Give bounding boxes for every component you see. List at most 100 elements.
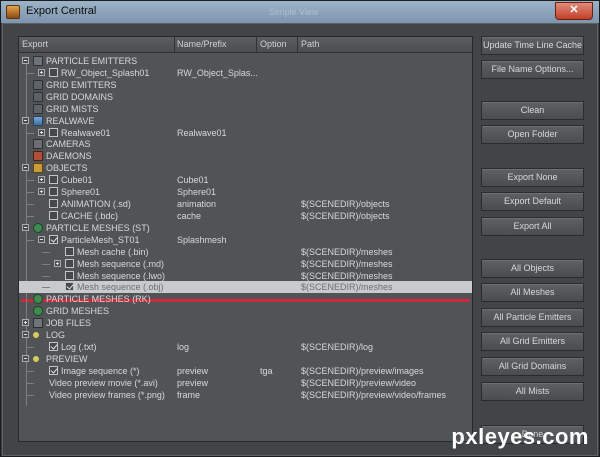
all-mists-button[interactable]: All Mists [481,382,584,401]
collapse-icon[interactable] [22,116,29,124]
particle-mesh-icon [33,222,43,233]
all-grid-emitters-button[interactable]: All Grid Emitters [481,332,584,351]
all-objects-button[interactable]: All Objects [481,259,584,278]
export-checkbox[interactable] [65,258,74,268]
export-checkbox[interactable] [49,210,58,220]
tree-row[interactable]: OBJECTS [19,162,472,174]
column-header-path[interactable]: Path [301,39,320,49]
export-checkbox[interactable] [49,67,58,77]
tree-branch-line [42,251,50,253]
tree-branch-line [42,275,50,277]
tree-row[interactable]: PARTICLE EMITTERS [19,55,472,67]
row-path: $(SCENEDIR)/log [301,342,374,353]
tree-row[interactable]: PARTICLE MESHES (ST) [19,222,472,234]
expand-icon[interactable] [54,259,61,267]
clean-button[interactable]: Clean [481,101,584,120]
tree-row[interactable]: DAEMONS [19,150,472,162]
tree-row[interactable]: Mesh sequence (.obj) $(SCENEDIR)/meshes [19,281,472,294]
tree-row[interactable]: Video preview frames (*.png) frame $(SCENE… [19,389,472,401]
row-path: $(SCENEDIR)/meshes [301,246,393,257]
all-grid-domains-button[interactable]: All Grid Domains [481,357,584,376]
column-header-export[interactable]: Export [22,39,48,49]
tree-row[interactable]: Log (.txt) log $(SCENEDIR)/log [19,341,472,353]
row-label: REALWAVE [46,115,95,126]
row-label: PARTICLE MESHES (ST) [46,222,150,233]
tree-row[interactable]: Image sequence (*) preview tga $(SCENEDIR)/… [19,365,472,377]
export-checkbox[interactable] [49,175,58,185]
collapse-icon[interactable] [38,235,45,243]
export-checkbox[interactable] [49,365,58,375]
tree-row[interactable]: Mesh sequence (.md) $(SCENEDIR)/meshes [19,258,472,270]
column-header-option[interactable]: Option [260,39,287,49]
object-icon [33,163,43,174]
tree-row[interactable]: Mesh cache (.bin) $(SCENEDIR)/meshes [19,246,472,258]
row-path: $(SCENEDIR)/preview/images [301,365,424,376]
tree-row[interactable]: PREVIEW [19,353,472,365]
tree-row[interactable]: RW_Object_Splash01 RW_Object_Splas... [19,67,472,79]
tree-row[interactable]: GRID DOMAINS [19,91,472,103]
export-checkbox[interactable] [65,282,74,292]
collapse-icon[interactable] [22,164,29,172]
tree-row[interactable]: PARTICLE MESHES (RK) [19,293,472,305]
row-label: LOG [46,330,66,341]
all-particle-emitters-button[interactable]: All Particle Emitters [481,308,584,327]
tree-row[interactable]: Video preview movie (*.avi) preview $(SCEN… [19,377,472,389]
open-folder-button[interactable]: Open Folder [481,125,584,144]
row-label: DAEMONS [46,151,92,162]
tree-row[interactable]: CACHE (.bdc) cache $(SCENEDIR)/objects [19,210,472,222]
tree-row[interactable]: LOG [19,329,472,341]
tree-branch-line [26,239,34,241]
expand-icon[interactable] [38,68,45,76]
tree-row[interactable]: REALWAVE [19,115,472,127]
tree-row[interactable]: ParticleMesh_ST01 Splashmesh [19,234,472,246]
collapse-icon[interactable] [22,223,29,231]
window-title: Export Central [26,5,97,17]
tree-branch-line [26,394,34,396]
close-button[interactable]: ✕ [555,2,593,20]
tree-row[interactable]: ANIMATION (.sd) animation $(SCENEDIR)/obje… [19,198,472,210]
row-label: Video preview movie (*.avi) [49,377,158,388]
row-label: OBJECTS [46,163,88,174]
row-label: GRID MISTS [46,103,99,114]
export-checkbox[interactable] [49,342,58,352]
all-meshes-button[interactable]: All Meshes [481,283,584,302]
collapse-icon[interactable] [22,331,29,339]
tree-row[interactable]: Mesh sequence (.lwo) $(SCENEDIR)/meshes [19,270,472,282]
tree-branch-line [26,192,34,194]
export-checkbox[interactable] [49,187,58,197]
export-default-button[interactable]: Export Default [481,192,584,211]
expand-icon[interactable] [38,176,45,184]
tree-row[interactable]: Cube01 Cube01 [19,174,472,186]
export-checkbox[interactable] [49,234,58,244]
tree-row[interactable]: CAMERAS [19,138,472,150]
tree-row[interactable]: GRID MISTS [19,103,472,115]
collapse-icon[interactable] [22,355,29,362]
tree-row[interactable]: Sphere01 Sphere01 [19,186,472,198]
row-label: Video preview frames (*.png) [49,389,165,400]
row-label: Image sequence (*) [61,365,140,376]
tree-row[interactable]: Realwave01 Realwave01 [19,127,472,139]
camera-icon [33,139,43,150]
tree-row[interactable]: GRID EMITTERS [19,79,472,91]
export-checkbox[interactable] [49,127,58,137]
title-bar[interactable]: Export Central Simple View ✕ [1,1,599,23]
tree-row[interactable]: GRID MESHES [19,305,472,317]
row-label: Cube01 [61,175,93,186]
collapse-icon[interactable] [22,57,29,64]
expand-icon[interactable] [38,128,45,136]
column-header-name[interactable]: Name/Prefix [177,39,227,49]
export-checkbox[interactable] [65,270,74,280]
export-checkbox[interactable] [49,199,58,209]
tree-row[interactable]: JOB FILES [19,317,472,329]
job-file-icon [33,318,43,329]
expand-icon[interactable] [38,188,45,196]
row-label: CACHE (.bdc) [61,210,119,221]
export-none-button[interactable]: Export None [481,168,584,187]
export-tree[interactable]: Export Name/Prefix Option Path PARTICLE … [18,36,473,442]
export-all-button[interactable]: Export All [481,217,584,236]
update-time-line-cache-button[interactable]: Update Time Line Cache [481,36,584,55]
export-checkbox[interactable] [65,246,74,256]
file-name-options-button[interactable]: File Name Options... [481,60,584,79]
expand-icon[interactable] [22,319,29,327]
tree-branch-line [26,132,34,134]
